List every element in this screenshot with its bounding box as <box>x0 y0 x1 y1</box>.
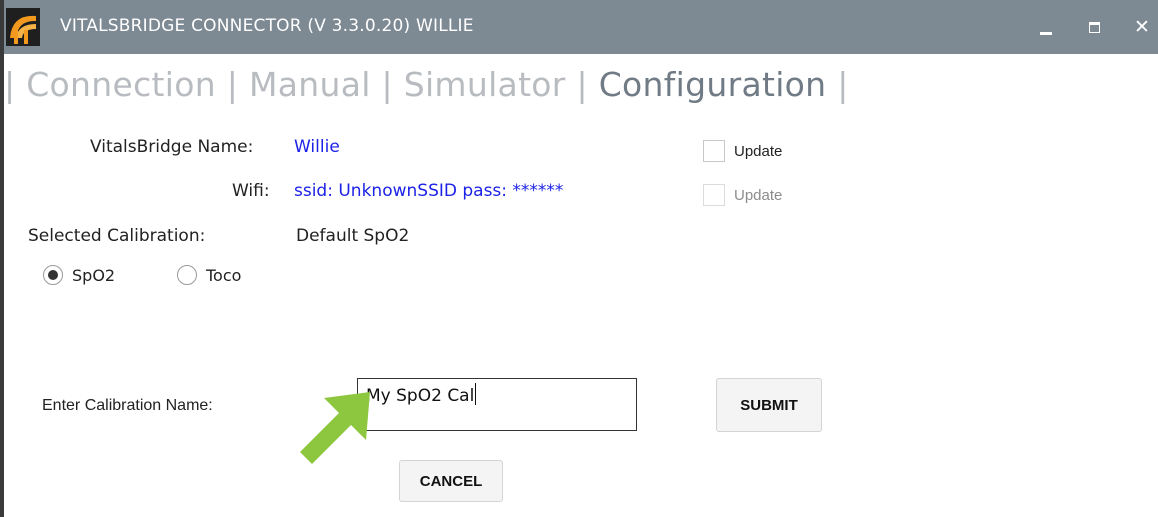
selected-calibration-value: Default SpO2 <box>296 226 410 246</box>
enter-calibration-name-label: Enter Calibration Name: <box>42 397 213 414</box>
wifi-value[interactable]: ssid: UnknownSSID pass: ****** <box>294 181 563 201</box>
radio-spo2[interactable]: SpO2 <box>43 265 115 285</box>
wifi-update-checkbox[interactable]: Update <box>703 184 782 206</box>
vitalsbridge-name-label: VitalsBridge Name: <box>90 137 254 157</box>
wifi-update-label: Update <box>734 186 783 204</box>
tab-configuration[interactable]: Configuration <box>599 65 827 104</box>
minimize-button[interactable] <box>1032 13 1060 41</box>
submit-button[interactable]: SUBMIT <box>716 378 822 432</box>
maximize-icon <box>1088 21 1100 33</box>
maximize-button[interactable] <box>1080 13 1108 41</box>
green-arrow-annotation-icon <box>300 392 370 464</box>
wifi-update-checkbox-box[interactable] <box>703 184 725 206</box>
close-icon: ✕ <box>1134 16 1150 38</box>
calibration-name-input[interactable]: My SpO2 Cal <box>357 378 637 431</box>
tab-manual[interactable]: Manual <box>249 65 371 104</box>
tab-connection[interactable]: Connection <box>26 65 216 104</box>
nav-separator: | <box>381 65 393 104</box>
minimize-icon <box>1040 31 1052 35</box>
vitalsbridge-name-value[interactable]: Willie <box>294 137 340 157</box>
text-caret <box>475 383 477 405</box>
vitalsbridge-logo-icon <box>6 8 40 46</box>
main-nav: | Connection | Manual | Simulator | Conf… <box>4 65 849 104</box>
radio-toco-label: Toco <box>206 265 242 285</box>
name-update-checkbox[interactable]: Update <box>703 140 782 162</box>
tab-simulator[interactable]: Simulator <box>404 65 566 104</box>
selected-calibration-label: Selected Calibration: <box>28 226 206 246</box>
radio-selected-dot <box>48 270 58 280</box>
calibration-name-input-value: My SpO2 Cal <box>366 386 475 406</box>
radio-spo2-button[interactable] <box>43 265 63 285</box>
wifi-label: Wifi: <box>232 181 270 201</box>
name-update-label: Update <box>734 142 783 160</box>
window-title: VITALSBRIDGE CONNECTOR (V 3.3.0.20) WILL… <box>60 16 474 36</box>
name-update-checkbox-box[interactable] <box>703 140 725 162</box>
close-button[interactable]: ✕ <box>1128 13 1156 41</box>
radio-toco-button[interactable] <box>177 265 197 285</box>
title-bar[interactable]: VITALSBRIDGE CONNECTOR (V 3.3.0.20) WILL… <box>0 0 1158 54</box>
nav-separator: | <box>837 65 849 104</box>
nav-separator: | <box>576 65 588 104</box>
radio-toco[interactable]: Toco <box>177 265 241 285</box>
app-window: VITALSBRIDGE CONNECTOR (V 3.3.0.20) WILL… <box>0 0 1158 517</box>
radio-spo2-label: SpO2 <box>72 265 116 285</box>
nav-separator: | <box>226 65 239 104</box>
cancel-button[interactable]: CANCEL <box>399 460 503 502</box>
nav-separator: | <box>4 65 16 104</box>
